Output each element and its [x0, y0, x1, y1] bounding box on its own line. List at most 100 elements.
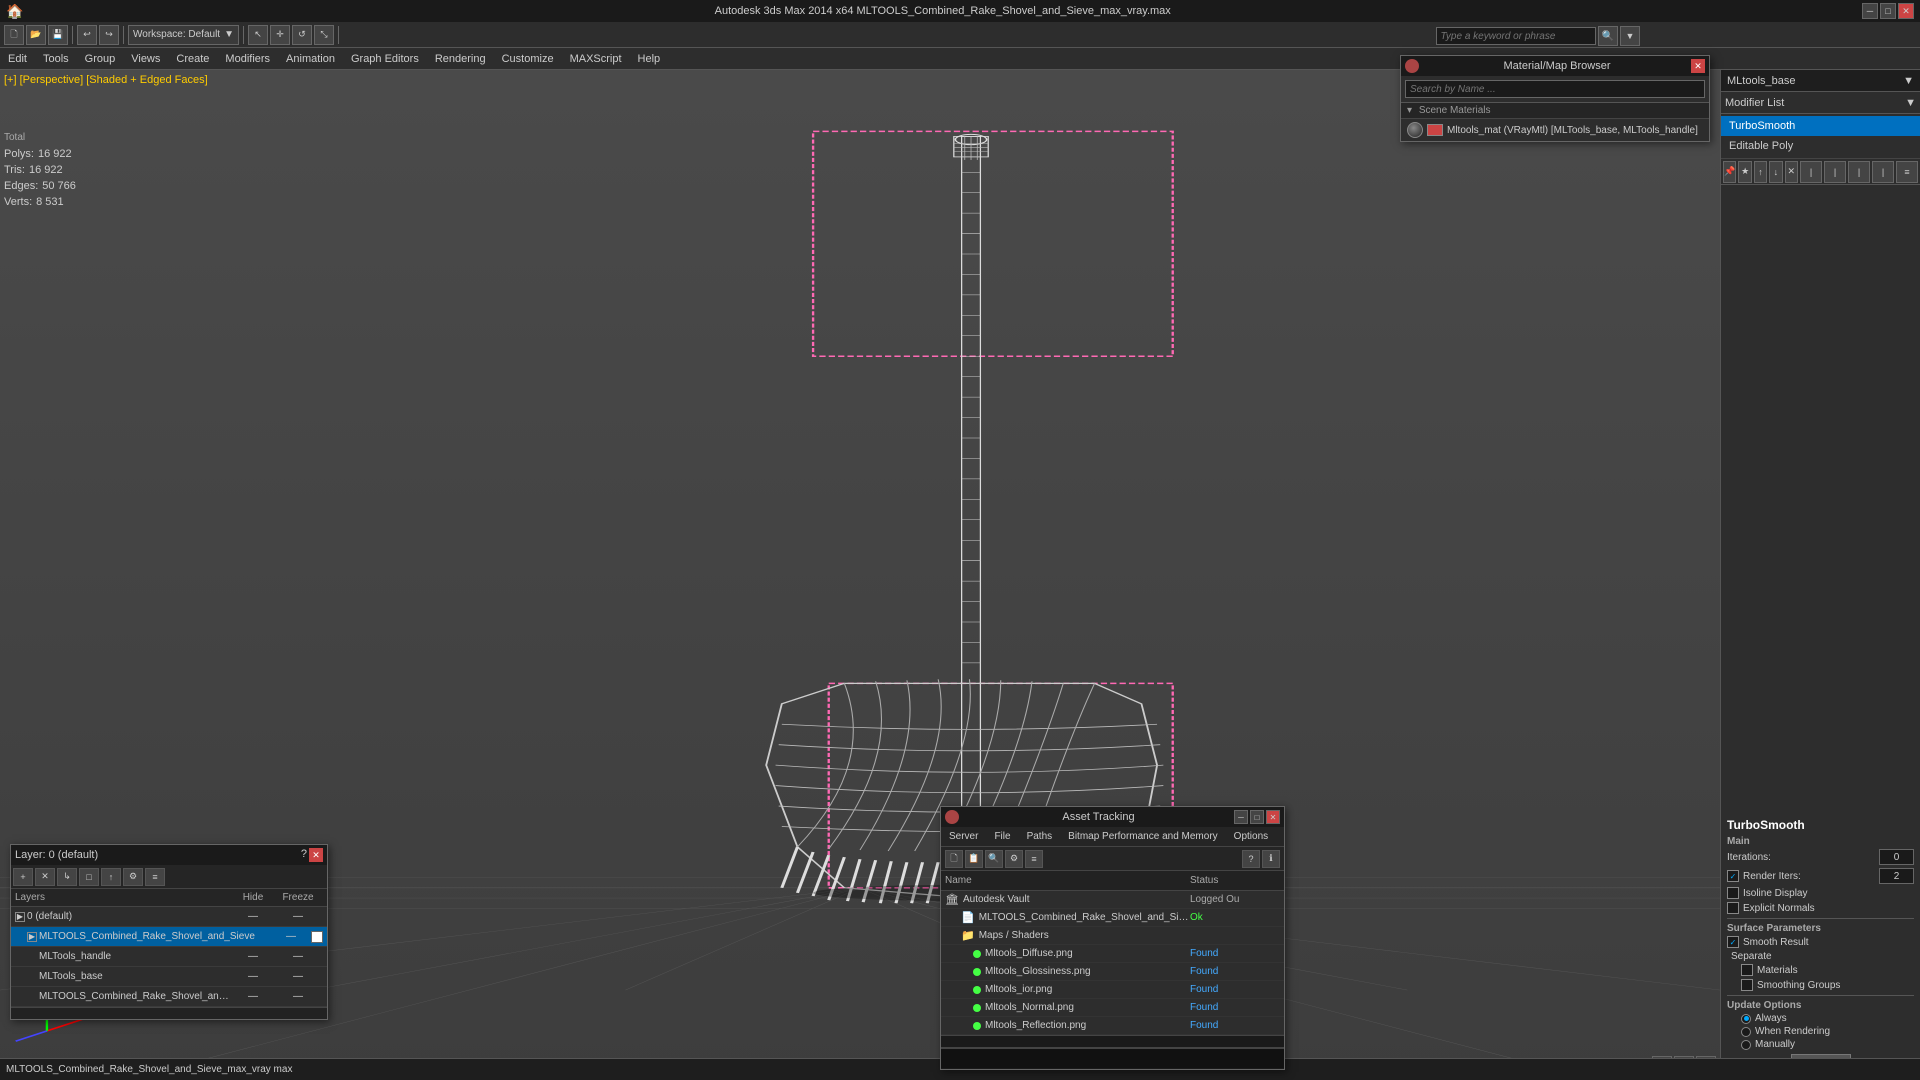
icon-button-1[interactable]: |: [1800, 161, 1822, 183]
asset-input-area[interactable]: [941, 1047, 1284, 1069]
asset-tb-btn-3[interactable]: 🔍: [985, 850, 1003, 868]
layer-row[interactable]: MLTOOLS_Combined_Rake_Shovel_and_Sieve —…: [11, 987, 327, 1007]
icon-button-3[interactable]: |: [1848, 161, 1870, 183]
asset-tb-btn-5[interactable]: ≡: [1025, 850, 1043, 868]
asset-row-glossiness[interactable]: Mltools_Glossiness.png Found: [941, 963, 1284, 981]
rotate-button[interactable]: ↺: [292, 25, 312, 45]
explicit-normals-checkbox[interactable]: [1727, 902, 1739, 914]
mat-browser-close[interactable]: ✕: [1691, 59, 1705, 73]
render-iters-checkbox[interactable]: [1727, 870, 1739, 882]
menu-views[interactable]: Views: [123, 48, 168, 70]
move-button[interactable]: ✛: [270, 25, 290, 45]
menu-modifiers[interactable]: Modifiers: [217, 48, 278, 70]
menu-help[interactable]: Help: [630, 48, 669, 70]
new-button[interactable]: 🗋: [4, 25, 24, 45]
layer-panel-scrollbar[interactable]: [11, 1007, 327, 1019]
move-layer-button[interactable]: ↑: [101, 868, 121, 886]
render-iters-input[interactable]: [1879, 868, 1914, 884]
manually-radio[interactable]: [1741, 1040, 1751, 1050]
menu-graph-editors[interactable]: Graph Editors: [343, 48, 427, 70]
remove-button[interactable]: ✕: [1785, 161, 1798, 183]
asset-maximize-button[interactable]: □: [1250, 810, 1264, 824]
menu-animation[interactable]: Animation: [278, 48, 343, 70]
asset-tb-btn-1[interactable]: 🗋: [945, 850, 963, 868]
icon-button-5[interactable]: ≡: [1896, 161, 1918, 183]
open-button[interactable]: 📂: [26, 25, 46, 45]
layer-freeze-check[interactable]: [311, 931, 323, 943]
layer-row[interactable]: ▶ MLTOOLS_Combined_Rake_Shovel_and_Sieve…: [11, 927, 327, 947]
icon-button-2[interactable]: |: [1824, 161, 1846, 183]
asset-row-maps[interactable]: 📁 Maps / Shaders: [941, 927, 1284, 945]
asset-row-normal[interactable]: Mltools_Normal.png Found: [941, 999, 1284, 1017]
move-up-button[interactable]: ↑: [1754, 161, 1767, 183]
pin-button[interactable]: 📌: [1723, 161, 1736, 183]
asset-menu-paths[interactable]: Paths: [1019, 827, 1061, 847]
material-item[interactable]: Mltools_mat (VRayMtl) [MLTools_base, MLT…: [1401, 119, 1709, 141]
materials-checkbox[interactable]: [1741, 964, 1753, 976]
layer-row[interactable]: MLTools_handle — —: [11, 947, 327, 967]
asset-row-reflection[interactable]: Mltools_Reflection.png Found: [941, 1017, 1284, 1035]
menu-create[interactable]: Create: [168, 48, 217, 70]
editable-poly-modifier[interactable]: Editable Poly: [1721, 136, 1920, 156]
iterations-input[interactable]: [1879, 849, 1914, 865]
select-layer-button[interactable]: □: [79, 868, 99, 886]
asset-close-button[interactable]: ✕: [1266, 810, 1280, 824]
delete-layer-button[interactable]: ✕: [35, 868, 55, 886]
layer-options-button[interactable]: ⚙: [123, 868, 143, 886]
menu-tools[interactable]: Tools: [35, 48, 77, 70]
add-to-layer-button[interactable]: ↳: [57, 868, 77, 886]
smoothing-groups-checkbox[interactable]: [1741, 979, 1753, 991]
asset-path-input[interactable]: [941, 1048, 1284, 1068]
always-radio[interactable]: [1741, 1014, 1751, 1024]
asset-row-maxfile[interactable]: 📄 MLTOOLS_Combined_Rake_Shovel_and_Sieve…: [941, 909, 1284, 927]
layer-help[interactable]: ?: [301, 848, 307, 862]
layer-close-button[interactable]: ✕: [309, 848, 323, 862]
section-divider-1: [1727, 918, 1914, 919]
undo-button[interactable]: ↩: [77, 25, 97, 45]
asset-help-btn[interactable]: ?: [1242, 850, 1260, 868]
asset-menu-bitmap-perf[interactable]: Bitmap Performance and Memory: [1060, 827, 1226, 847]
asset-tb-btn-4[interactable]: ⚙: [1005, 850, 1023, 868]
maximize-button[interactable]: □: [1880, 3, 1896, 19]
tree-toggle-2[interactable]: ▶: [27, 932, 37, 942]
mat-browser-search-input[interactable]: [1405, 80, 1705, 98]
asset-scrollbar[interactable]: [941, 1035, 1284, 1047]
always-label: Always: [1755, 1013, 1787, 1024]
highlight-button[interactable]: ★: [1738, 161, 1751, 183]
asset-row-vault[interactable]: 🏛 Autodesk Vault Logged Ou: [941, 891, 1284, 909]
asset-info-btn[interactable]: ℹ: [1262, 850, 1280, 868]
layer-row[interactable]: MLTools_base — —: [11, 967, 327, 987]
tree-toggle[interactable]: ▶: [15, 912, 25, 922]
layer-row[interactable]: ▶ 0 (default) — —: [11, 907, 327, 927]
redo-button[interactable]: ↪: [99, 25, 119, 45]
asset-row-ior[interactable]: Mltools_ior.png Found: [941, 981, 1284, 999]
menu-group[interactable]: Group: [77, 48, 124, 70]
search-input[interactable]: [1436, 27, 1596, 45]
menu-rendering[interactable]: Rendering: [427, 48, 494, 70]
search-options-button[interactable]: ▼: [1620, 26, 1640, 46]
new-layer-button[interactable]: +: [13, 868, 33, 886]
menu-edit[interactable]: Edit: [0, 48, 35, 70]
close-button[interactable]: ✕: [1898, 3, 1914, 19]
layer-more-button[interactable]: ≡: [145, 868, 165, 886]
move-down-button[interactable]: ↓: [1769, 161, 1782, 183]
search-button[interactable]: 🔍: [1598, 26, 1618, 46]
save-button[interactable]: 💾: [48, 25, 68, 45]
workspace-dropdown[interactable]: Workspace: Default ▼: [128, 25, 239, 45]
menu-customize[interactable]: Customize: [494, 48, 562, 70]
asset-tb-btn-2[interactable]: 📋: [965, 850, 983, 868]
isoline-checkbox[interactable]: [1727, 887, 1739, 899]
icon-button-4[interactable]: |: [1872, 161, 1894, 183]
turbosmooth-modifier[interactable]: TurboSmooth: [1721, 116, 1920, 136]
asset-menu-server[interactable]: Server: [941, 827, 986, 847]
scale-button[interactable]: ⤡: [314, 25, 334, 45]
asset-row-diffuse[interactable]: Mltools_Diffuse.png Found: [941, 945, 1284, 963]
select-button[interactable]: ↖: [248, 25, 268, 45]
minimize-button[interactable]: ─: [1862, 3, 1878, 19]
menu-maxscript[interactable]: MAXScript: [562, 48, 630, 70]
when-rendering-radio[interactable]: [1741, 1027, 1751, 1037]
asset-menu-file[interactable]: File: [986, 827, 1018, 847]
smooth-result-checkbox[interactable]: [1727, 936, 1739, 948]
asset-minimize-button[interactable]: ─: [1234, 810, 1248, 824]
asset-menu-options[interactable]: Options: [1226, 827, 1276, 847]
